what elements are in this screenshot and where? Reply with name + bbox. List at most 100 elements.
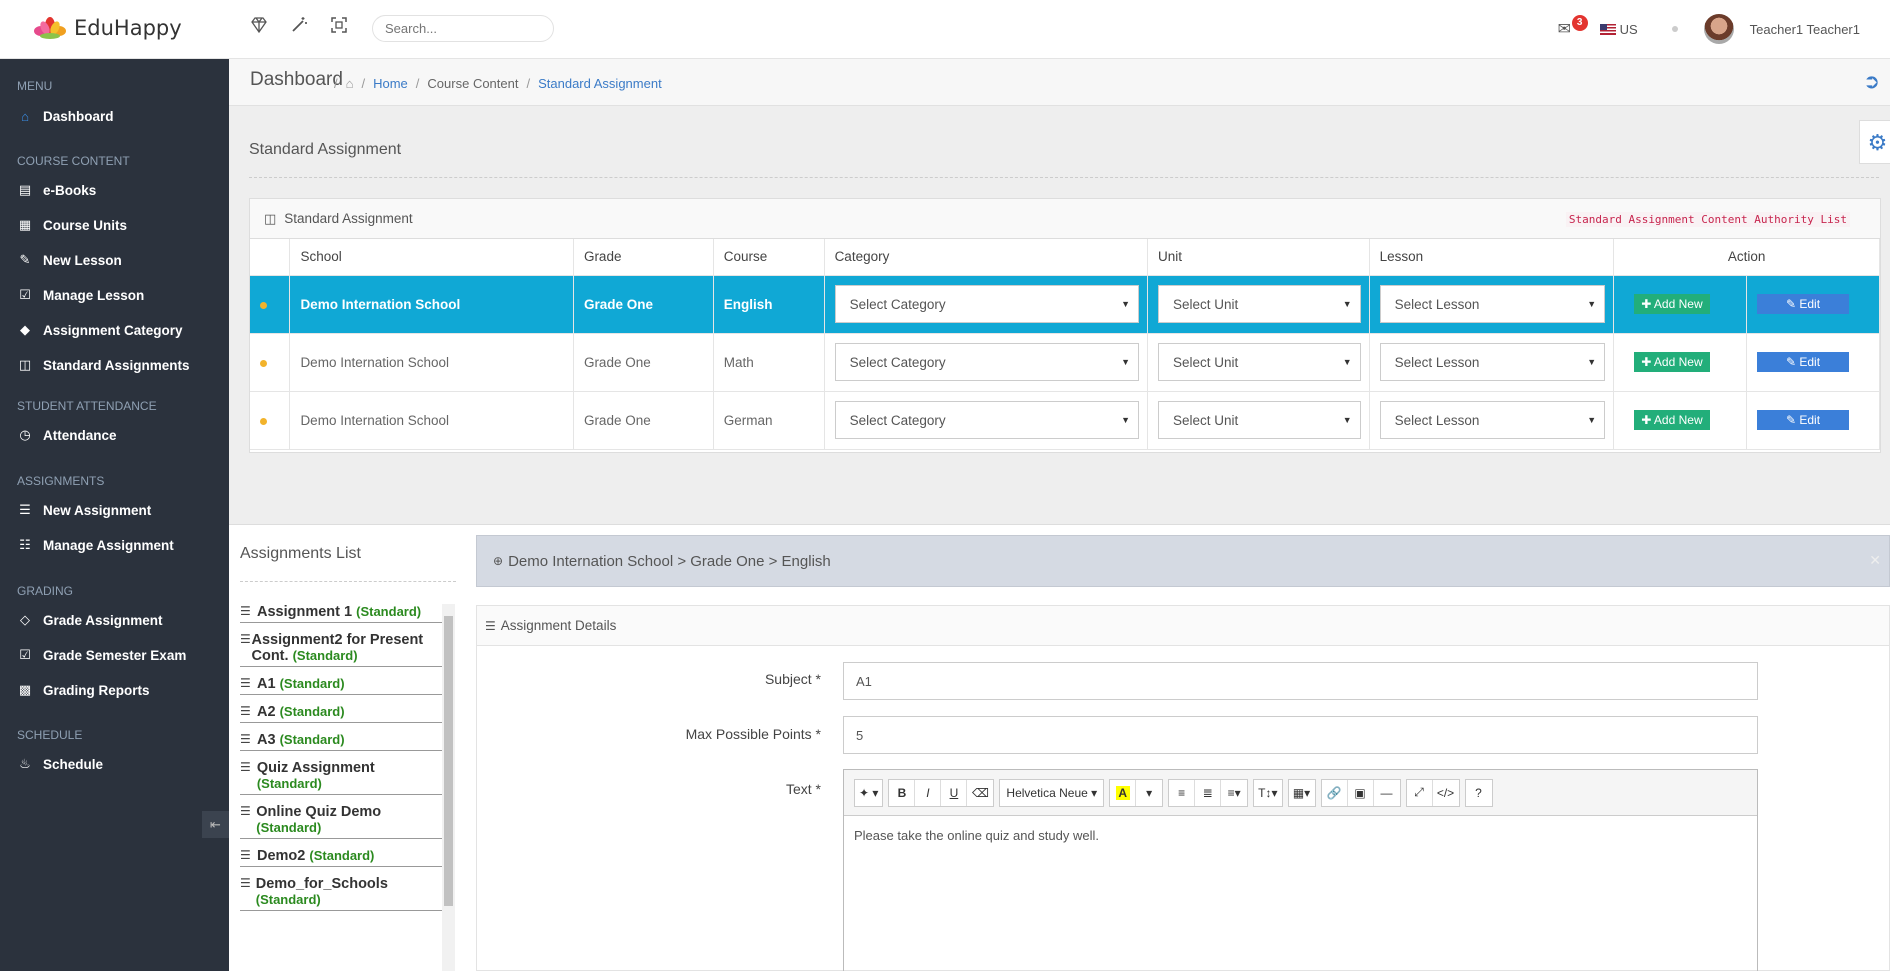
- sidebar-item-manage-lesson[interactable]: ☑ Manage Lesson: [17, 285, 144, 305]
- sidebar-item-grade-semester-exam[interactable]: ☑ Grade Semester Exam: [17, 645, 186, 665]
- sidebar: MENU ⌂ Dashboard COURSE CONTENT ▤ e-Book…: [0, 59, 229, 971]
- max-points-label: Max Possible Points *: [685, 726, 821, 742]
- sidebar-collapse-button[interactable]: ⇤: [202, 811, 229, 838]
- highlight-color-button[interactable]: A: [1110, 779, 1137, 806]
- text-height-icon[interactable]: T↕▾: [1254, 780, 1281, 806]
- sidebar-section-grading: GRADING: [17, 584, 74, 598]
- fullscreen-icon[interactable]: [328, 16, 350, 40]
- list-item[interactable]: ☰ Assignment 1 (Standard): [240, 604, 442, 623]
- list-icon: ☰: [240, 804, 251, 818]
- list-item[interactable]: ☰ A1 (Standard): [240, 676, 442, 695]
- sidebar-item-attendance[interactable]: ◷ Attendance: [17, 425, 116, 445]
- list-item[interactable]: ☰ Assignment2 for Present Cont. (Standard…: [240, 632, 442, 667]
- unit-select[interactable]: Select Unit ▼: [1157, 285, 1361, 323]
- assignments-list-scrollbar[interactable]: [442, 604, 455, 971]
- font-family-select[interactable]: Helvetica Neue ▾: [1000, 780, 1103, 806]
- tags-icon: ◆: [20, 322, 30, 337]
- unit-select-value: Select Unit: [1172, 412, 1239, 428]
- italic-button[interactable]: I: [915, 779, 942, 806]
- magic-wand-icon[interactable]: [288, 16, 310, 40]
- lesson-select-value: Select Lesson: [1394, 412, 1480, 428]
- style-magic-icon[interactable]: ✦ ▾: [855, 780, 882, 806]
- list-item[interactable]: ☰ Quiz Assignment (Standard): [240, 760, 442, 795]
- add-new-button[interactable]: ✚ Add New: [1634, 294, 1710, 314]
- bullet-list-icon[interactable]: ≡: [1169, 779, 1196, 806]
- list-item[interactable]: ☰ A2 (Standard): [240, 704, 442, 723]
- sidebar-item-grading-reports[interactable]: ▩ Grading Reports: [17, 680, 150, 700]
- edit-icon: ✎: [1785, 413, 1800, 427]
- category-select[interactable]: Select Category ▼: [834, 285, 1139, 323]
- sidebar-item-manage-assignment[interactable]: ☷ Manage Assignment: [17, 535, 174, 555]
- lesson-select[interactable]: Select Lesson ▼: [1379, 343, 1606, 381]
- bold-button[interactable]: B: [889, 779, 916, 806]
- lesson-select[interactable]: Select Lesson ▼: [1379, 285, 1606, 323]
- editor-content[interactable]: Please take the online quiz and study we…: [844, 816, 1757, 855]
- sidebar-item-dashboard[interactable]: ⌂ Dashboard: [17, 106, 113, 126]
- list-item[interactable]: ☰ Demo_for_Schools (Standard): [240, 876, 442, 911]
- horizontal-rule-icon[interactable]: —: [1374, 780, 1400, 806]
- add-new-button[interactable]: ✚ Add New: [1634, 352, 1710, 372]
- sidebar-item-standard-assignments[interactable]: ◫ Standard Assignments: [17, 355, 190, 375]
- add-new-button[interactable]: ✚ Add New: [1634, 410, 1710, 430]
- scrollbar-thumb[interactable]: [444, 616, 453, 906]
- category-select[interactable]: Select Category ▼: [834, 343, 1139, 381]
- sidebar-item-label: Manage Assignment: [43, 537, 174, 553]
- sidebar-item-new-lesson[interactable]: ✎ New Lesson: [17, 250, 122, 270]
- table-row[interactable]: Demo Internation School Grade One Math S…: [250, 333, 1880, 392]
- edit-button[interactable]: ✎ Edit: [1757, 352, 1849, 372]
- sidebar-item-ebooks[interactable]: ▤ e-Books: [17, 180, 96, 200]
- sign-out-icon[interactable]: ➲: [1863, 69, 1880, 94]
- numbered-list-icon[interactable]: ≣: [1195, 779, 1222, 806]
- search-input[interactable]: [372, 15, 554, 42]
- align-icon[interactable]: ≡▾: [1221, 780, 1247, 806]
- breadcrumb-course-content: Course Content: [427, 76, 519, 91]
- color-dropdown-icon[interactable]: ▾: [1136, 780, 1162, 806]
- edit-button[interactable]: ✎ Edit: [1757, 294, 1849, 314]
- expand-icon[interactable]: ⤢: [1407, 779, 1433, 806]
- table-icon[interactable]: ▦▾: [1289, 780, 1315, 806]
- sidebar-item-assignment-category[interactable]: ◆ Assignment Category: [17, 320, 183, 340]
- authority-list-link[interactable]: Standard Assignment Content Authority Li…: [1565, 212, 1850, 227]
- cell-course: English: [713, 275, 825, 334]
- user-menu[interactable]: Teacher1 Teacher1: [1750, 22, 1860, 37]
- sidebar-item-new-assignment[interactable]: ☰ New Assignment: [17, 500, 151, 520]
- avatar[interactable]: [1703, 14, 1734, 44]
- max-points-field[interactable]: 5: [843, 716, 1758, 754]
- table-row[interactable]: Demo Internation School Grade One Englis…: [250, 275, 1880, 334]
- messages-button[interactable]: ✉ 3: [1558, 15, 1588, 39]
- image-icon[interactable]: ▣: [1348, 779, 1374, 806]
- eraser-icon[interactable]: ⌫: [967, 780, 993, 806]
- status-dot: [1671, 26, 1678, 32]
- list-item[interactable]: ☰ Online Quiz Demo (Standard): [240, 804, 442, 839]
- close-icon[interactable]: ✕: [1869, 552, 1881, 569]
- breadcrumb-home[interactable]: Home: [373, 76, 408, 91]
- diamond-icon[interactable]: [248, 16, 270, 40]
- sidebar-item-course-units[interactable]: ▦ Course Units: [17, 215, 127, 235]
- divider: [249, 177, 1879, 178]
- tasks-icon: ☰: [485, 618, 496, 633]
- list-item[interactable]: ☰ A3 (Standard): [240, 732, 442, 751]
- table-row[interactable]: Demo Internation School Grade One German…: [250, 391, 1880, 450]
- brand-logo[interactable]: EduHappy: [30, 14, 182, 42]
- bar-chart-icon: ▩: [18, 682, 32, 697]
- language-selector[interactable]: US: [1620, 22, 1638, 37]
- help-icon[interactable]: ?: [1466, 780, 1492, 806]
- lesson-select[interactable]: Select Lesson ▼: [1379, 401, 1606, 439]
- sidebar-item-schedule[interactable]: ♨ Schedule: [17, 754, 103, 774]
- home-icon[interactable]: ⌂: [346, 76, 354, 91]
- subject-field[interactable]: A1: [843, 662, 1758, 700]
- rich-text-editor: ✦ ▾ B I U ⌫ Helvetica Neue ▾ A ▾ ≡ ≣ ≡▾ …: [843, 769, 1758, 971]
- list-icon: ☰: [240, 704, 251, 718]
- settings-gear-icon[interactable]: ⚙: [1859, 120, 1890, 164]
- us-flag-icon[interactable]: [1599, 23, 1616, 35]
- breadcrumb-current[interactable]: Standard Assignment: [538, 76, 662, 91]
- list-item[interactable]: ☰ Demo2 (Standard): [240, 848, 442, 867]
- unit-select[interactable]: Select Unit ▼: [1157, 401, 1361, 439]
- category-select[interactable]: Select Category ▼: [834, 401, 1139, 439]
- link-icon[interactable]: 🔗: [1322, 779, 1348, 806]
- unit-select[interactable]: Select Unit ▼: [1157, 343, 1361, 381]
- edit-button[interactable]: ✎ Edit: [1757, 410, 1849, 430]
- sidebar-item-grade-assignment[interactable]: ◇ Grade Assignment: [17, 610, 163, 630]
- underline-button[interactable]: U: [941, 779, 968, 806]
- code-view-icon[interactable]: </>: [1433, 780, 1459, 806]
